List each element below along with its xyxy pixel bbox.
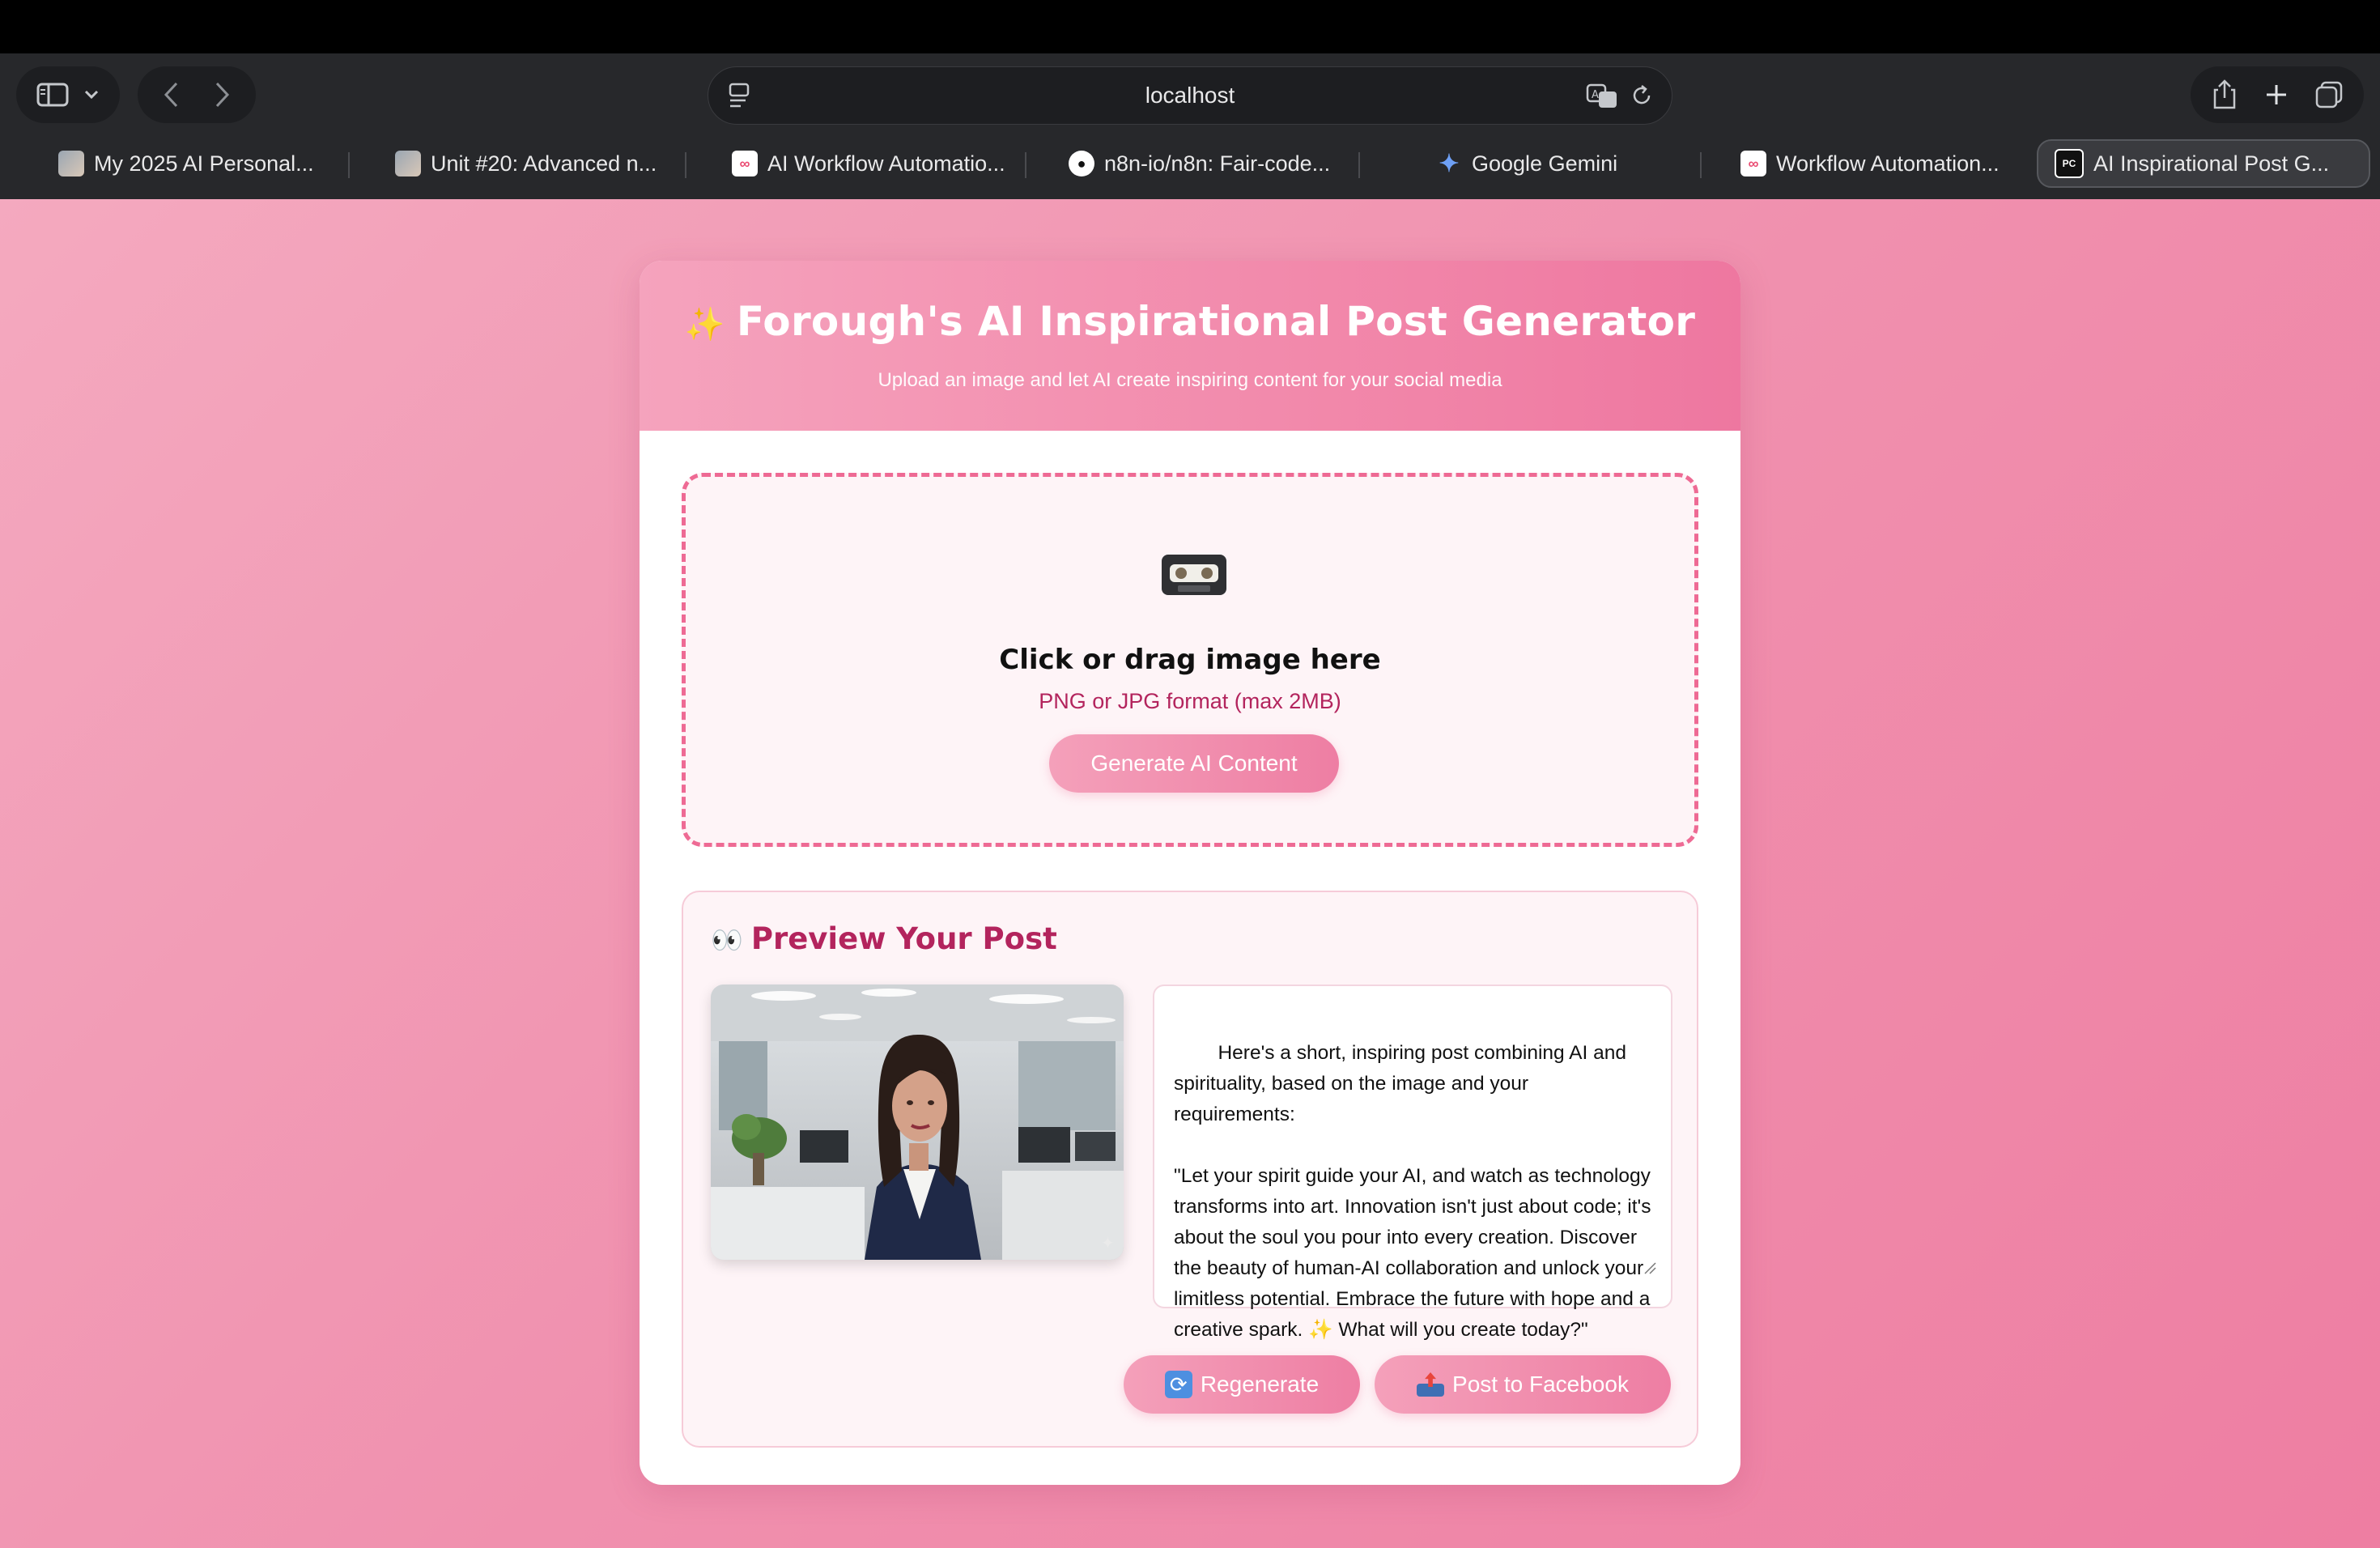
- videocassette-icon: [1162, 555, 1226, 595]
- page-subtitle: Upload an image and let AI create inspir…: [878, 369, 1502, 391]
- github-icon: ●: [1069, 151, 1094, 176]
- tab-n8n-github[interactable]: ● n8n-io/n8n: Fair-code...: [1069, 139, 1330, 188]
- new-tab-icon[interactable]: [2264, 83, 2289, 107]
- tab-label: Google Gemini: [1472, 151, 1618, 176]
- tab-separator: [1025, 152, 1026, 178]
- tab-bar: My 2025 AI Personal... Unit #20: Advance…: [11, 139, 2370, 193]
- sparkle-watermark-icon: ✦: [1101, 1235, 1115, 1252]
- dropzone-heading: Click or drag image here: [999, 644, 1381, 676]
- tab-workflow-automation[interactable]: ∞ Workflow Automation...: [1740, 139, 2000, 188]
- back-icon[interactable]: [162, 81, 181, 108]
- post-to-facebook-button[interactable]: Post to Facebook: [1375, 1355, 1671, 1414]
- tab-label: AI Workflow Automatio...: [767, 151, 1005, 176]
- n8n-icon: ∞: [1740, 151, 1766, 176]
- image-thumb-icon: [58, 151, 84, 176]
- tab-overview-icon[interactable]: [2314, 80, 2344, 109]
- preview-title-text: Preview Your Post: [750, 921, 1057, 956]
- chevron-down-icon[interactable]: [83, 89, 100, 100]
- tab-label: Workflow Automation...: [1776, 151, 2000, 176]
- dropzone-hint: PNG or JPG format (max 2MB): [1039, 689, 1341, 713]
- sparkles-icon: ✨: [684, 306, 725, 343]
- toolbar-actions: [2191, 66, 2364, 123]
- image-dropzone[interactable]: Click or drag image here PNG or JPG form…: [682, 473, 1698, 847]
- image-thumb-icon: [395, 151, 421, 176]
- translate-icon[interactable]: A: [1586, 82, 1618, 109]
- tab-google-gemini[interactable]: ✦ Google Gemini: [1436, 139, 1617, 188]
- pycharm-icon: PC: [2055, 149, 2084, 178]
- page-title: ✨ Forough's AI Inspirational Post Generat…: [640, 298, 1740, 345]
- tab-label: Unit #20: Advanced n...: [431, 151, 657, 176]
- preview-section: 👀 Preview Your Post ✦ Here's a short, in…: [682, 891, 1698, 1448]
- page-background: ✨ Forough's AI Inspirational Post Generat…: [0, 199, 2380, 1548]
- tab-unit-20[interactable]: Unit #20: Advanced n...: [395, 139, 657, 188]
- generate-ai-content-button[interactable]: Generate AI Content: [1049, 734, 1339, 793]
- tab-separator: [348, 152, 350, 178]
- tab-separator: [1700, 152, 1702, 178]
- tab-my-2025-ai-personal[interactable]: My 2025 AI Personal...: [58, 139, 314, 188]
- post-text-area[interactable]: Here's a short, inspiring post combining…: [1153, 985, 1672, 1341]
- nav-buttons: [138, 66, 256, 123]
- regenerate-button[interactable]: ⟳ Regenerate: [1124, 1355, 1360, 1414]
- svg-text:A: A: [1592, 89, 1599, 101]
- tab-ai-workflow-automation[interactable]: ∞ AI Workflow Automatio...: [732, 139, 1005, 188]
- share-icon[interactable]: [2211, 79, 2238, 111]
- gemini-icon: ✦: [1439, 150, 1460, 177]
- generator-card: ✨ Forough's AI Inspirational Post Generat…: [640, 261, 1740, 1485]
- outbox-tray-icon: [1417, 1372, 1445, 1397]
- card-header: ✨ Forough's AI Inspirational Post Generat…: [640, 261, 1740, 431]
- page-settings-icon[interactable]: [728, 82, 752, 109]
- uploaded-image-preview: ✦: [711, 985, 1124, 1260]
- reload-icon[interactable]: [1630, 82, 1654, 109]
- page-title-text: Forough's AI Inspirational Post Generato…: [736, 298, 1696, 345]
- resize-handle-icon[interactable]: [1643, 1261, 1656, 1274]
- eyes-icon: 👀: [711, 925, 743, 955]
- sidebar-icon[interactable]: [36, 83, 69, 107]
- tab-label: AI Inspirational Post G...: [2093, 151, 2330, 176]
- tab-separator: [1358, 152, 1360, 178]
- n8n-icon: ∞: [732, 151, 758, 176]
- forward-icon[interactable]: [212, 81, 232, 108]
- sidebar-toggle-group[interactable]: [16, 66, 120, 123]
- address-text: localhost: [1145, 83, 1235, 108]
- post-to-facebook-label: Post to Facebook: [1452, 1372, 1629, 1397]
- tab-label: My 2025 AI Personal...: [94, 151, 314, 176]
- tab-ai-inspirational-post[interactable]: PC AI Inspirational Post G...: [2037, 139, 2370, 188]
- system-top-bar: [0, 0, 2380, 53]
- tab-label: n8n-io/n8n: Fair-code...: [1104, 151, 1331, 176]
- regenerate-label: Regenerate: [1200, 1372, 1320, 1397]
- post-text: Here's a short, inspiring post combining…: [1174, 1042, 1651, 1341]
- preview-title: 👀 Preview Your Post: [711, 921, 1057, 956]
- office-portrait-image: ✦: [711, 985, 1124, 1260]
- tab-separator: [685, 152, 686, 178]
- browser-chrome: localhost A My 2025 AI Personal... Unit …: [0, 53, 2380, 199]
- address-bar[interactable]: localhost A: [708, 66, 1672, 125]
- refresh-icon: ⟳: [1164, 1371, 1192, 1398]
